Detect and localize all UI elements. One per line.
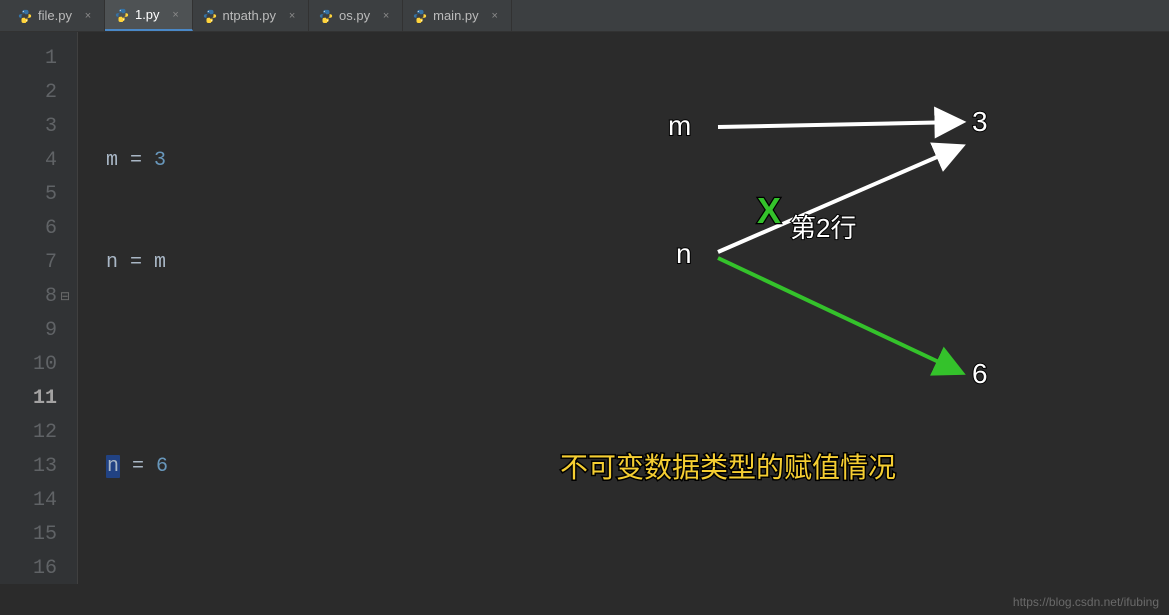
close-icon[interactable]: × bbox=[170, 9, 182, 21]
line-number: 5 bbox=[0, 178, 57, 212]
line-number: 7 bbox=[0, 246, 57, 280]
tab-ntpath-py[interactable]: ntpath.py × bbox=[193, 0, 310, 31]
fold-icon[interactable]: ⊟ bbox=[60, 280, 70, 314]
close-icon[interactable]: × bbox=[380, 10, 392, 22]
tab-main-py[interactable]: main.py × bbox=[403, 0, 512, 31]
line-number: 11 bbox=[0, 382, 57, 416]
tab-label: main.py bbox=[433, 8, 479, 23]
line-number: 6 bbox=[0, 212, 57, 246]
line-number: 2 bbox=[0, 76, 57, 110]
code-line bbox=[106, 348, 1169, 382]
line-number: 1 bbox=[0, 42, 57, 76]
variable-highlight: n bbox=[106, 455, 120, 478]
line-number: 4 bbox=[0, 144, 57, 178]
code-line: m = 3 bbox=[106, 144, 1169, 178]
line-number: 14 bbox=[0, 484, 57, 518]
line-number: 12 bbox=[0, 416, 57, 450]
line-number: 9 bbox=[0, 314, 57, 348]
close-icon[interactable]: × bbox=[82, 10, 94, 22]
code-area[interactable]: ⊟ m = 3 n = m n = 6 print("m", m) print(… bbox=[78, 32, 1169, 584]
line-number: 3 bbox=[0, 110, 57, 144]
tab-label: ntpath.py bbox=[223, 8, 277, 23]
python-file-icon bbox=[18, 9, 32, 23]
line-number: 8 bbox=[0, 280, 57, 314]
code-editor[interactable]: 1 2 3 4 5 6 7 8 9 10 11 12 13 14 15 16 ⊟… bbox=[0, 32, 1169, 584]
tab-label: file.py bbox=[38, 8, 72, 23]
close-icon[interactable]: × bbox=[286, 10, 298, 22]
code-line: n = 6 bbox=[106, 450, 1169, 484]
code-line bbox=[106, 552, 1169, 586]
watermark: https://blog.csdn.net/ifubing bbox=[1013, 595, 1159, 609]
tab-1-py[interactable]: 1.py × bbox=[105, 0, 193, 31]
line-number: 10 bbox=[0, 348, 57, 382]
tab-bar: file.py × 1.py × ntpath.py × os.py × mai… bbox=[0, 0, 1169, 32]
tab-label: 1.py bbox=[135, 7, 160, 22]
line-number: 15 bbox=[0, 518, 57, 552]
tab-os-py[interactable]: os.py × bbox=[309, 0, 403, 31]
code-line: n = m bbox=[106, 246, 1169, 280]
python-file-icon bbox=[413, 9, 427, 23]
close-icon[interactable]: × bbox=[489, 10, 501, 22]
python-file-icon bbox=[319, 9, 333, 23]
line-number: 13 bbox=[0, 450, 57, 484]
line-number: 16 bbox=[0, 552, 57, 586]
tab-label: os.py bbox=[339, 8, 370, 23]
tab-file-py[interactable]: file.py × bbox=[8, 0, 105, 31]
python-file-icon bbox=[115, 8, 129, 22]
python-file-icon bbox=[203, 9, 217, 23]
